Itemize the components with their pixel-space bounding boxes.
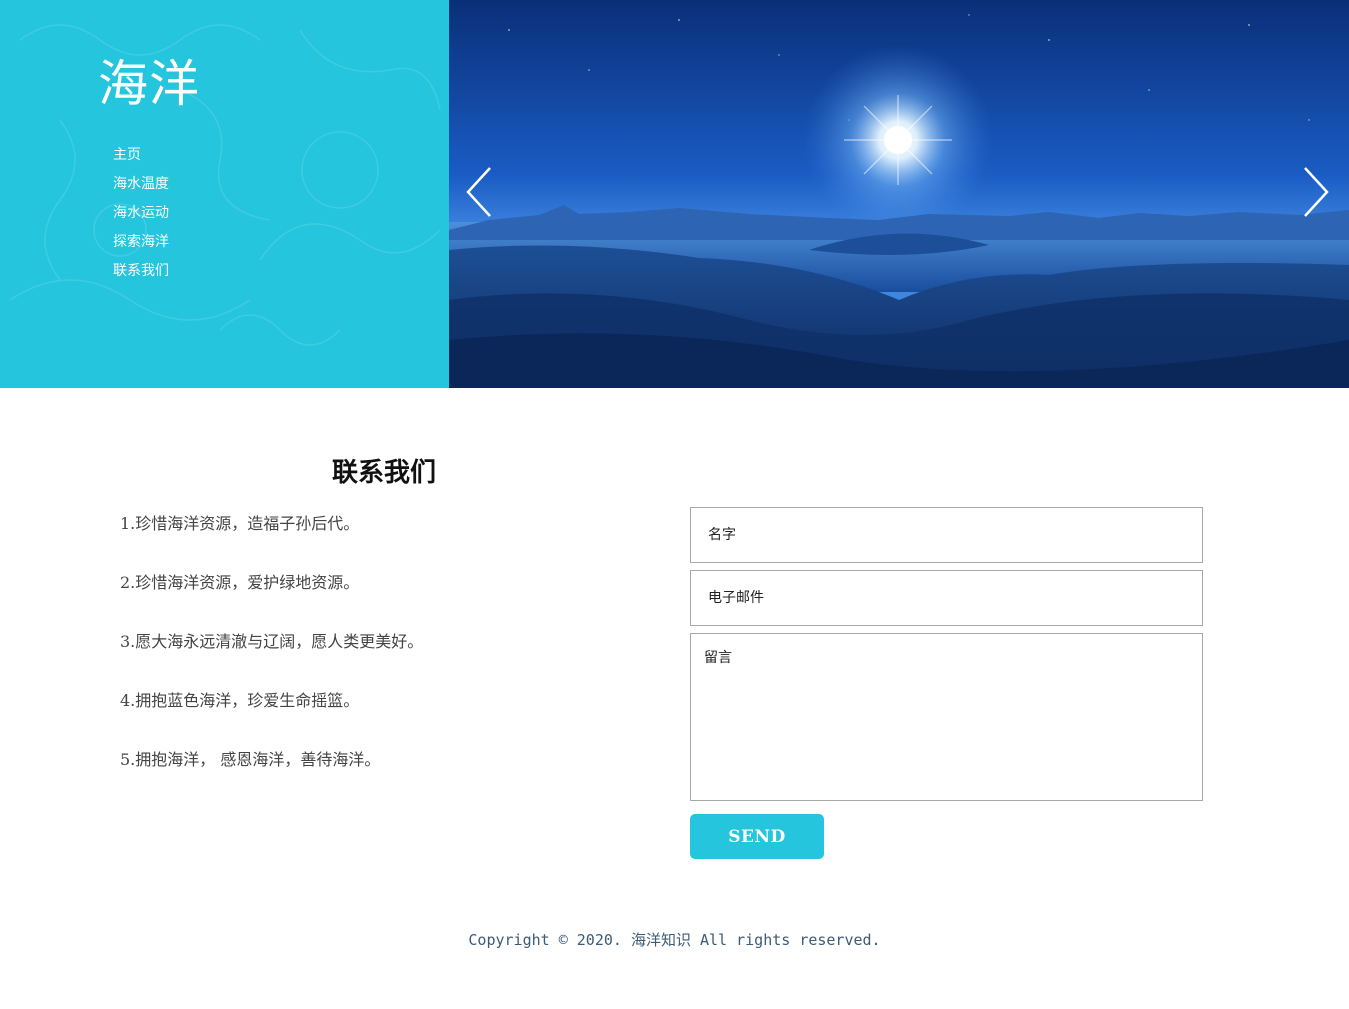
- sidebar: 海洋 主页 海水温度 海水运动 探索海洋 联系我们: [0, 0, 449, 388]
- send-button[interactable]: SEND: [690, 814, 824, 859]
- header-banner: 海洋 主页 海水温度 海水运动 探索海洋 联系我们: [0, 0, 1349, 388]
- nav-item-contact-us[interactable]: 联系我们: [113, 258, 169, 287]
- nav-item-sea-temperature[interactable]: 海水温度: [113, 171, 169, 200]
- nav-item-explore-ocean[interactable]: 探索海洋: [113, 229, 169, 258]
- chevron-left-icon[interactable]: [464, 164, 494, 220]
- site-logo[interactable]: 海洋: [98, 52, 200, 116]
- name-field[interactable]: [690, 507, 1203, 563]
- slogan-item: 3.愿大海永远清澈与辽阔，愿人类更美好。: [120, 632, 424, 651]
- slider-image: [449, 0, 1349, 388]
- message-field[interactable]: [690, 633, 1203, 801]
- slogan-list: 1.珍惜海洋资源，造福子孙后代。 2.珍惜海洋资源，爱护绿地资源。 3.愿大海永…: [120, 512, 423, 807]
- email-field[interactable]: [690, 570, 1203, 626]
- contact-form: SEND: [690, 507, 1203, 859]
- main-nav: 主页 海水温度 海水运动 探索海洋 联系我们: [113, 142, 169, 287]
- slogan-item: 2.珍惜海洋资源，爱护绿地资源。: [120, 573, 360, 592]
- nav-item-sea-movement[interactable]: 海水运动: [113, 200, 169, 229]
- sidebar-background-pattern: [9, 24, 441, 346]
- nav-item-home[interactable]: 主页: [113, 142, 169, 171]
- slogan-item: 4.拥抱蓝色海洋，珍爱生命摇篮。: [120, 691, 360, 710]
- contact-title: 联系我们: [332, 458, 437, 488]
- slogan-item: 1.珍惜海洋资源，造福子孙后代。: [120, 514, 360, 533]
- image-slider: [449, 0, 1349, 388]
- footer-copyright: Copyright © 2020. 海洋知识 All rights reserv…: [468, 931, 881, 949]
- slogan-item: 5.拥抱海洋， 感恩海洋，善待海洋。: [120, 750, 381, 769]
- chevron-right-icon[interactable]: [1301, 164, 1331, 220]
